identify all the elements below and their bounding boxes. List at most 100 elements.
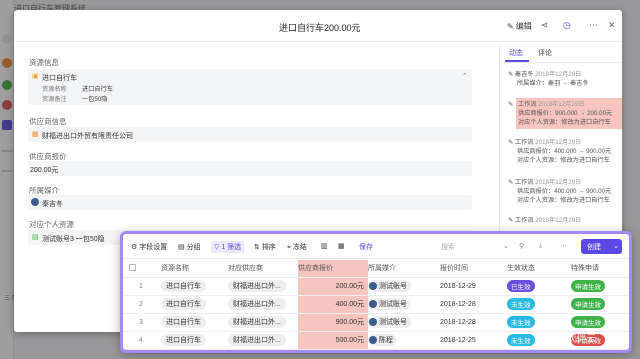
- select-all-checkbox[interactable]: [123, 260, 139, 278]
- special-badge: 申请生效: [571, 280, 605, 292]
- tab-comments[interactable]: 评论: [538, 48, 552, 58]
- edit-button[interactable]: ✎ 编辑: [507, 21, 532, 32]
- search-icon[interactable]: ⚲: [519, 242, 524, 250]
- edit-icon: ✎: [507, 22, 514, 31]
- field-label: 资源备注: [42, 96, 67, 103]
- member-chip: 测试账号: [368, 298, 411, 310]
- chart-icon[interactable]: ▥: [321, 242, 328, 250]
- collapse-icon[interactable]: ⌃: [462, 72, 468, 80]
- price-cell[interactable]: 900.00元: [298, 313, 368, 332]
- pencil-icon: ✎: [508, 179, 515, 186]
- activity-head: 工作流: [518, 101, 537, 108]
- status-cell[interactable]: 未生效: [507, 295, 571, 314]
- linked-record-chip: 财福进出口外...: [228, 280, 286, 292]
- price-cell[interactable]: 500.00元: [298, 331, 368, 350]
- member-name: 测试账号: [379, 319, 407, 326]
- special-badge: 申请生效: [571, 298, 605, 310]
- close-icon[interactable]: ✕: [608, 20, 616, 31]
- search-input[interactable]: 搜索: [441, 242, 455, 252]
- more-icon[interactable]: ⋯: [589, 20, 598, 31]
- linked-record-chip: 进口自行车: [161, 334, 206, 346]
- status-cell[interactable]: 未生效: [507, 313, 571, 332]
- column-header[interactable]: 资源名称: [161, 260, 228, 278]
- column-header[interactable]: 对应供应商: [228, 260, 298, 278]
- column-header[interactable]: 所属媒介: [368, 260, 440, 278]
- column-header[interactable]: 特殊申请: [571, 260, 629, 278]
- field-settings-button[interactable]: ⚙ 字段设置: [131, 242, 167, 252]
- resource-name-cell[interactable]: 进口自行车: [161, 331, 228, 350]
- row-checkbox[interactable]: [123, 277, 139, 296]
- special-cell[interactable]: 申请生效: [571, 313, 629, 332]
- status-cell[interactable]: 已生效: [507, 277, 571, 296]
- supplier-field[interactable]: ▦ 财福进出口外贸有限责任公司: [28, 127, 472, 142]
- media-cell[interactable]: 测试账号: [368, 277, 440, 296]
- resource-name-cell[interactable]: 进口自行车: [161, 313, 228, 332]
- supplier-cell[interactable]: 财福进出口外...: [228, 313, 298, 332]
- activity-line: 供应商报价：400.000 → 900.00元: [517, 148, 612, 155]
- chevron-down-icon: ⌄: [613, 243, 619, 250]
- status-badge: 未生效: [507, 334, 535, 346]
- row-checkbox[interactable]: [123, 331, 139, 350]
- special-cell[interactable]: 申请生效: [571, 295, 629, 314]
- price-cell[interactable]: 200.00元: [298, 277, 368, 296]
- quote-value: 200.00元: [30, 167, 59, 174]
- date-cell[interactable]: 2018-12-25: [440, 331, 507, 350]
- special-cell[interactable]: 申请生效: [571, 277, 629, 296]
- save-button[interactable]: 保存: [359, 242, 373, 252]
- tab-activity[interactable]: 动态: [509, 48, 523, 58]
- create-button[interactable]: 创建 ⌄: [581, 239, 622, 254]
- download-icon[interactable]: ⤓: [539, 242, 542, 250]
- supplier-cell[interactable]: 财福进出口外...: [228, 295, 298, 314]
- column-header[interactable]: 生效状态: [507, 260, 571, 278]
- share-icon[interactable]: ⋖: [541, 20, 549, 31]
- price-cell[interactable]: 400.00元: [298, 295, 368, 314]
- record-title: 进口自行车200.00元: [279, 23, 361, 33]
- activity-line: 所属媒介：秦羽 → 秦吉冬: [517, 80, 589, 87]
- group-button[interactable]: ▤ 分组: [178, 242, 201, 252]
- filter-button[interactable]: ▽ 1 筛选: [211, 241, 245, 253]
- date-cell[interactable]: 2018-12-29: [440, 277, 507, 296]
- sort-button[interactable]: ⇅ 排序: [254, 242, 276, 252]
- row-checkbox[interactable]: [123, 313, 139, 332]
- field-label: 资源名称: [42, 86, 67, 93]
- row-checkbox[interactable]: [123, 295, 139, 314]
- create-button-label: 创建: [587, 244, 601, 251]
- resource-name-cell[interactable]: 进口自行车: [161, 277, 228, 296]
- date-cell[interactable]: 2018-12-28: [440, 295, 507, 314]
- resource-section-label: 资源信息: [29, 58, 59, 67]
- chevron-down-icon[interactable]: ⌄: [503, 242, 509, 250]
- status-badge: 未生效: [507, 298, 535, 310]
- briefcase-icon: ▤: [32, 234, 39, 241]
- more-icon[interactable]: ⋯: [560, 242, 567, 250]
- avatar: [369, 282, 377, 290]
- supplier-cell[interactable]: 财福进出口外...: [228, 331, 298, 350]
- table-row[interactable]: 1 进口自行车 财福进出口外... 200.00元 测试账号 2018-12-29 已生效 申…: [123, 277, 629, 296]
- column-header[interactable]: 报价时间: [440, 260, 507, 278]
- table-row[interactable]: 2 进口自行车 财福进出口外... 400.00元 测试账号 2018-12-28 未生效 申…: [123, 295, 629, 314]
- row-index: 2: [139, 295, 161, 314]
- media-cell[interactable]: 测试账号: [368, 295, 440, 314]
- chevron-down-icon[interactable]: ⌄: [354, 21, 361, 30]
- group-label: 分组: [186, 244, 201, 251]
- activity-time: 2018年12月29日: [535, 71, 582, 78]
- linked-record-chip: 进口自行车: [161, 280, 206, 292]
- date-cell[interactable]: 2018-12-28: [440, 313, 507, 332]
- divider: [500, 62, 622, 63]
- media-cell[interactable]: 测试账号: [368, 313, 440, 332]
- table-header-row: 资源名称 对应供应商 供应商报价 所属媒介 报价时间 生效状态 特殊申请: [123, 260, 629, 278]
- supplier-cell[interactable]: 财福进出口外...: [228, 277, 298, 296]
- member-chip: 测试账号: [368, 316, 411, 328]
- media-field[interactable]: 秦吉冬: [28, 195, 472, 210]
- table-row[interactable]: 3 进口自行车 财福进出口外... 900.00元 测试账号 2018-12-28 未生效 申…: [123, 313, 629, 332]
- activity-head: 工作流: [514, 139, 534, 146]
- resource-name-cell[interactable]: 进口自行车: [161, 295, 228, 314]
- personal-resource-value: 测试账号3 一包50隐: [42, 236, 105, 243]
- personal-section-label: 对应个人资源: [29, 220, 74, 229]
- quote-field[interactable]: 200.00元: [28, 161, 472, 176]
- column-header[interactable]: 供应商报价: [298, 260, 368, 278]
- media-cell[interactable]: 陈程: [368, 331, 440, 350]
- resource-linked-card[interactable]: ▣ 进口自行车 资源名称 进口自行车 资源备注 一包50隐 ⌃: [28, 69, 472, 105]
- freeze-button[interactable]: ⌖ 冻结: [287, 242, 307, 252]
- clock-icon[interactable]: ◷: [563, 20, 571, 31]
- layout-icon[interactable]: ▦: [338, 242, 345, 250]
